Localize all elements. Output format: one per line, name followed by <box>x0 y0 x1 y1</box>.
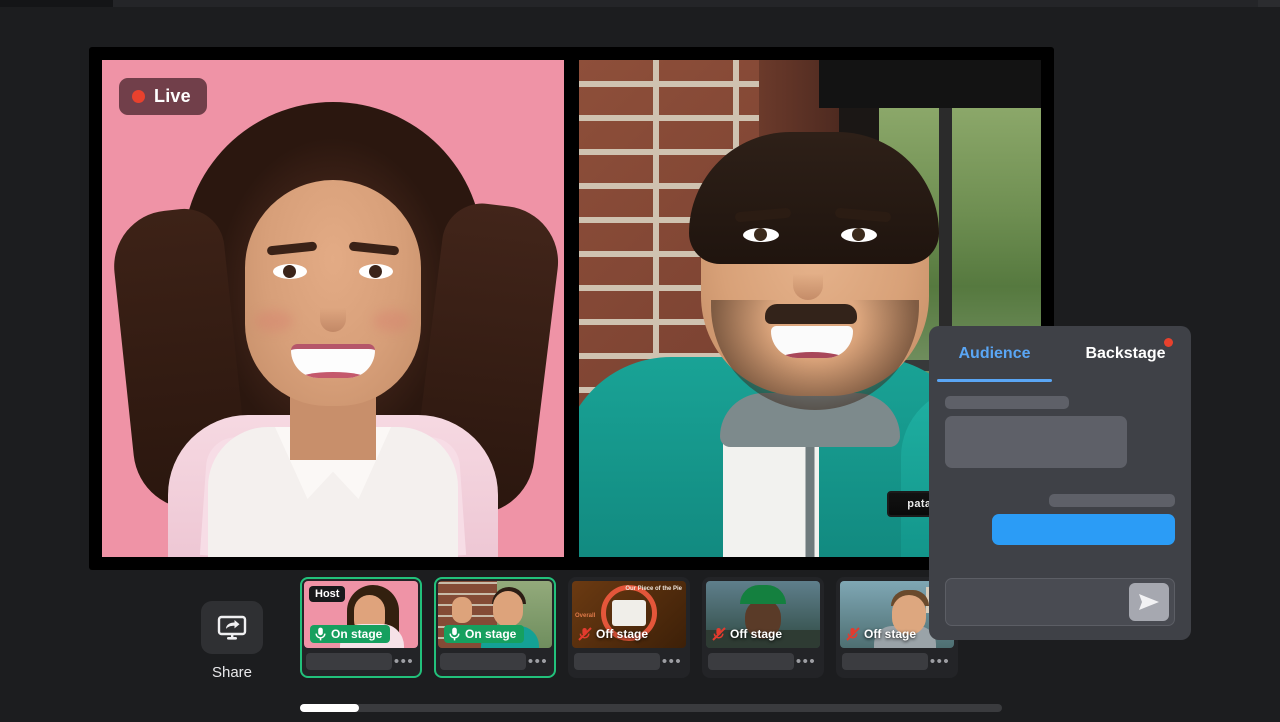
status-label: Off stage <box>596 627 649 641</box>
decor-eye-left-guest <box>743 228 779 242</box>
status-label: Off stage <box>864 627 917 641</box>
message-bubble-outgoing <box>992 514 1175 545</box>
send-icon <box>1139 594 1159 610</box>
decor-eye-right <box>359 264 393 279</box>
top-edge-strip-dark <box>0 0 113 7</box>
live-dot-icon <box>132 90 145 103</box>
thumb-overlay-text-2: Overall <box>575 613 596 619</box>
status-label: On stage <box>465 627 517 641</box>
participant-name-placeholder <box>306 653 392 670</box>
live-badge: Live <box>119 78 207 115</box>
participant-menu-button[interactable]: ••• <box>392 653 416 670</box>
top-edge-strip-right <box>1258 0 1280 7</box>
participant-footer: ••• <box>572 653 686 670</box>
stage-area: Live <box>89 47 1054 570</box>
scrollbar-thumb[interactable] <box>300 704 359 712</box>
decor-eye-right-guest <box>841 228 877 242</box>
message-author-placeholder <box>945 396 1069 409</box>
tab-audience[interactable]: Audience <box>929 326 1060 382</box>
decor-brow-right <box>348 241 400 256</box>
send-button[interactable] <box>1129 583 1169 621</box>
participant-footer: ••• <box>706 653 820 670</box>
participant-thumb-video: On stage <box>438 581 552 648</box>
participant-thumb-video: Off stage <box>706 581 820 648</box>
chat-message-list[interactable] <box>929 382 1191 602</box>
table-row[interactable]: Off stage ••• <box>702 577 824 678</box>
status-badge: Off stage <box>846 627 916 641</box>
top-edge-strip <box>0 0 1280 7</box>
decor-brow-left <box>266 241 318 256</box>
horizontal-scrollbar[interactable] <box>300 704 1002 712</box>
participant-menu-button[interactable]: ••• <box>526 653 550 670</box>
status-badge: On stage <box>444 625 525 643</box>
screen-share-icon <box>217 615 247 640</box>
tab-audience-label: Audience <box>958 345 1031 362</box>
decor-ceiling <box>819 60 1041 108</box>
panel-tab-bar: Audience Backstage <box>929 326 1191 382</box>
share-button[interactable] <box>201 601 263 654</box>
tab-backstage[interactable]: Backstage <box>1060 326 1191 382</box>
participant-thumb-video: Host On stage <box>304 581 418 648</box>
message-author-placeholder <box>1049 494 1175 507</box>
decor-mouth <box>291 344 375 378</box>
decor-mouth-guest <box>771 326 853 358</box>
chat-panel: Audience Backstage <box>929 326 1191 640</box>
share-control[interactable]: Share <box>201 601 263 681</box>
broadcast-studio-app: Live Share Host On stage ••• On stage ••… <box>0 0 1280 722</box>
table-row[interactable]: On stage ••• <box>434 577 556 678</box>
participant-thumb-video: Our Piece of the Pie Overall Off stage <box>572 581 686 648</box>
live-label: Live <box>154 86 191 106</box>
decor-cheek-right <box>373 310 411 332</box>
decor-mustache <box>765 304 857 324</box>
participant-menu-button[interactable]: ••• <box>660 653 684 670</box>
mic-on-icon <box>315 627 326 641</box>
participant-footer: ••• <box>438 653 552 670</box>
decor-nose-guest <box>793 256 823 300</box>
status-badge: Off stage <box>712 627 782 641</box>
status-badge: On stage <box>310 625 391 643</box>
mic-muted-icon <box>846 627 860 641</box>
tab-backstage-label: Backstage <box>1085 345 1166 362</box>
host-video-feed <box>102 60 564 557</box>
status-label: Off stage <box>730 627 783 641</box>
participant-name-placeholder <box>440 653 526 670</box>
notification-dot-icon <box>1164 338 1173 347</box>
mic-on-icon <box>449 627 460 641</box>
participant-name-placeholder <box>574 653 660 670</box>
host-badge: Host <box>309 586 346 602</box>
participant-name-placeholder <box>842 653 928 670</box>
mic-muted-icon <box>712 627 726 641</box>
decor-nose <box>320 292 346 332</box>
decor-eye-left <box>273 264 307 279</box>
decor-cheek-left <box>255 310 293 332</box>
mic-muted-icon <box>578 627 592 641</box>
decor-face <box>245 180 421 406</box>
participant-strip: Host On stage ••• On stage ••• Our Piece… <box>300 577 958 678</box>
participant-name-placeholder <box>708 653 794 670</box>
stage-tile-host[interactable]: Live <box>102 60 564 557</box>
share-label: Share <box>211 664 253 681</box>
participant-footer: ••• <box>840 653 954 670</box>
status-label: On stage <box>331 627 383 641</box>
participant-menu-button[interactable]: ••• <box>794 653 818 670</box>
table-row[interactable]: Our Piece of the Pie Overall Off stage •… <box>568 577 690 678</box>
message-bubble-incoming <box>945 416 1127 468</box>
table-row[interactable]: Host On stage ••• <box>300 577 422 678</box>
status-badge: Off stage <box>578 627 648 641</box>
participant-menu-button[interactable]: ••• <box>928 653 952 670</box>
participant-footer: ••• <box>304 653 418 670</box>
message-composer[interactable] <box>945 578 1175 626</box>
thumb-overlay-text-1: Our Piece of the Pie <box>625 586 682 592</box>
